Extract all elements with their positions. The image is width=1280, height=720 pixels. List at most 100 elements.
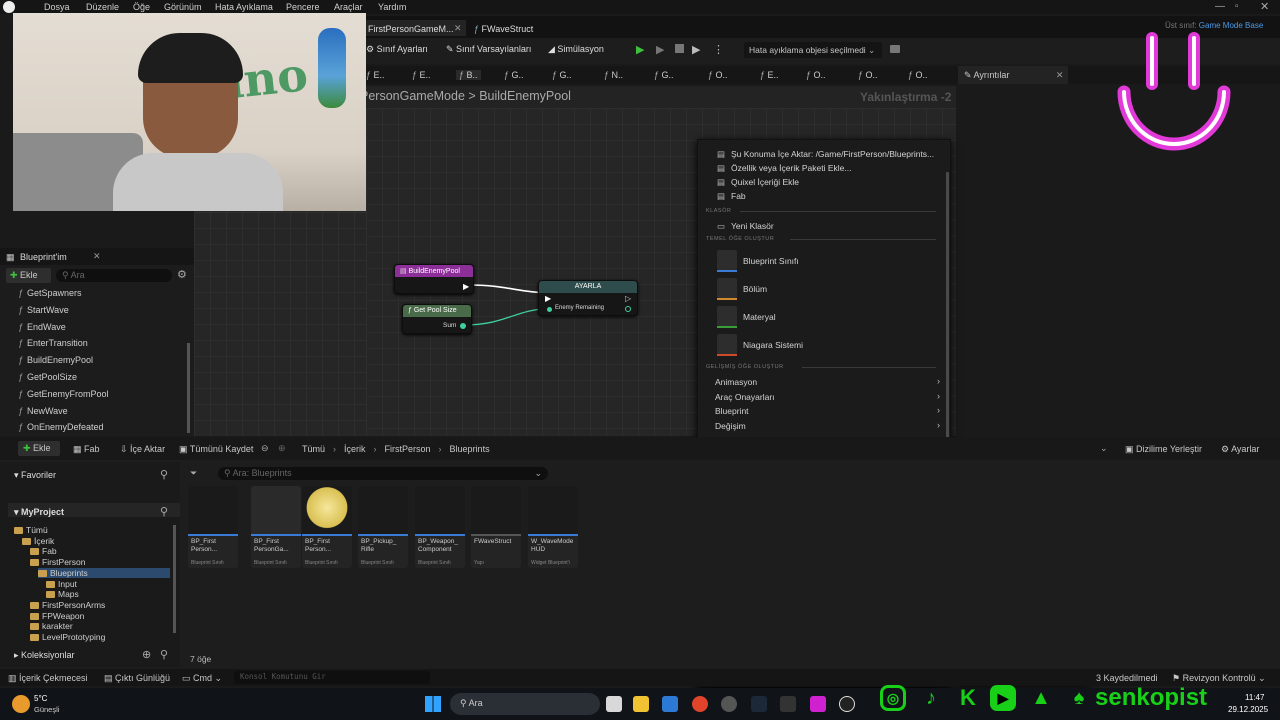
tab-wave-struct[interactable]: ƒ FWaveStruct (472, 20, 562, 36)
cb-search-input[interactable]: ⚲ Ara: Blueprints ⌄ (218, 467, 548, 480)
tree-folder[interactable]: Blueprints (38, 567, 170, 578)
tree-folder[interactable]: karakter (30, 621, 73, 631)
data-pin-out[interactable] (460, 323, 466, 329)
clock-time[interactable]: 11:47 (1245, 693, 1264, 702)
tree-folder[interactable]: FirstPersonArms (30, 600, 105, 610)
path-segment[interactable]: Tümü (302, 444, 325, 454)
collections-header[interactable]: ▸ Koleksiyonlar (14, 650, 75, 661)
favorites-header[interactable]: ▾ Favoriler (14, 470, 56, 481)
asset-tile[interactable]: BP_First Person... Blueprint Sınıfı (302, 486, 352, 568)
add-button[interactable]: ✚ Ekle (6, 268, 51, 283)
chrome-icon[interactable] (692, 696, 708, 712)
function-item[interactable]: ƒ EndWave (18, 322, 66, 332)
add-collection-icon[interactable]: ⊕ (142, 648, 151, 661)
stop-icon[interactable] (675, 44, 684, 53)
menu-basic-asset[interactable]: Bölüm (698, 278, 952, 302)
filter-icon[interactable]: ⏷ (190, 468, 197, 479)
exec-pin-out[interactable]: ▶ (463, 282, 469, 291)
function-item[interactable]: ƒ BuildEnemyPool (18, 355, 93, 365)
cb-import-button[interactable]: ⇩ İçe Aktar (120, 444, 165, 455)
search-icon[interactable]: ⚲ (160, 505, 168, 518)
tree-folder[interactable]: İçerik (22, 536, 54, 546)
taskbar-search[interactable]: ⚲ Ara (450, 693, 600, 715)
exec-pin-out[interactable]: ▷ (625, 294, 631, 303)
menu-file[interactable]: Dosya (44, 2, 70, 12)
menu-window[interactable]: Pencere (286, 2, 320, 12)
function-item[interactable]: ƒ NewWave (18, 406, 68, 416)
content-drawer-button[interactable]: ▥ İçerik Çekmecesi (8, 673, 88, 684)
function-item[interactable]: ƒ OnEnemyDefeated (18, 422, 104, 432)
unreal-logo-icon[interactable] (3, 1, 15, 13)
graph-tab[interactable]: ƒ O.. (858, 70, 878, 80)
menu-new-folder[interactable]: ▭ Yeni Klasör (698, 220, 952, 234)
asset-tile[interactable]: W_WaveMode HUD Widget Blueprint'i (528, 486, 578, 568)
tree-folder[interactable]: Tümü (14, 525, 48, 535)
menu-edit[interactable]: Düzenle (86, 2, 119, 12)
close-icon[interactable]: ✕ (93, 251, 101, 262)
data-pin-out[interactable] (625, 306, 631, 312)
menu-basic-asset[interactable]: Niagara Sistemi (698, 334, 952, 358)
cb-save-all-button[interactable]: ▣ Tümünü Kaydet (179, 444, 253, 455)
menu-view[interactable]: Görünüm (164, 2, 202, 12)
graph-tab[interactable]: ƒ E.. (412, 70, 431, 80)
asset-tile[interactable]: BP_Pickup_ Rifle Blueprint Sınıfı (358, 486, 408, 568)
node-set[interactable]: AYARLA ▶ ▷ Enemy Remaining (538, 280, 638, 316)
menu-quixel[interactable]: ▤ Quixel İçeriği Ekle (698, 176, 952, 190)
debug-object-select[interactable]: Hata ayıklama objesi seçilmedi ⌄ (744, 42, 882, 58)
close-icon[interactable]: ✕ (454, 23, 462, 34)
eject-icon[interactable]: ▶ (692, 43, 700, 56)
function-item[interactable]: ƒ EnterTransition (18, 338, 88, 348)
graph-tab[interactable]: ƒ O.. (708, 70, 728, 80)
unreal-engine-icon[interactable] (839, 696, 855, 712)
graph-tab[interactable]: ƒ E.. (366, 70, 385, 80)
chevron-down-icon[interactable]: ⌄ (1100, 443, 1108, 454)
my-blueprint-search[interactable]: ⚲ Ara (56, 269, 172, 282)
step-icon[interactable]: ▶ (656, 43, 664, 56)
store-icon[interactable] (662, 696, 678, 712)
menu-basic-asset[interactable]: Materyal (698, 306, 952, 330)
output-log-button[interactable]: ▤ Çıktı Günlüğü (104, 673, 170, 684)
file-explorer-icon[interactable] (633, 696, 649, 712)
breadcrumb-graph[interactable]: BuildEnemyPool (479, 89, 571, 103)
menu-fab[interactable]: ▤ Fab (698, 190, 952, 204)
function-item[interactable]: ƒ GetEnemyFromPool (18, 389, 109, 399)
class-defaults-button[interactable]: ✎ Sınıf Varsayılanları (446, 44, 531, 55)
graph-tab[interactable]: ƒ G.. (504, 70, 524, 80)
scrollbar[interactable] (187, 343, 190, 433)
cb-fab-button[interactable]: ▦ Fab (73, 444, 100, 455)
menu-category[interactable]: Araç Onayarları › (698, 390, 952, 404)
exec-pin-in[interactable]: ▶ (545, 294, 551, 303)
function-item[interactable]: ƒ StartWave (18, 305, 69, 315)
tree-folder[interactable]: Input (46, 579, 77, 589)
menu-category[interactable]: Değişim › (698, 419, 952, 433)
windows-start-icon[interactable] (425, 696, 441, 712)
path-segment[interactable]: İçerik (344, 444, 366, 454)
tree-folder[interactable]: Fab (30, 546, 57, 556)
menu-asset[interactable]: Öğe (133, 2, 150, 12)
tab-game-mode[interactable]: FirstPersonGameM... ✕ (366, 20, 466, 36)
graph-tab[interactable]: ƒ E.. (760, 70, 779, 80)
window-minimize-button[interactable]: — (1215, 1, 1225, 12)
epic-games-icon[interactable] (780, 696, 796, 712)
search-icon[interactable]: ⚲ (160, 468, 168, 481)
cb-add-button[interactable]: ✚ Ekle (18, 441, 60, 456)
window-close-button[interactable]: ✕ (1260, 0, 1269, 13)
menu-category[interactable]: Animasyon › (698, 375, 952, 389)
task-view-icon[interactable] (606, 696, 622, 712)
back-icon[interactable]: ⊖ (261, 443, 269, 454)
graph-tab[interactable]: ƒ G.. (654, 70, 674, 80)
graph-tab[interactable]: ƒ G.. (552, 70, 572, 80)
asset-tile[interactable]: BP_First PersonGa... Blueprint Sınıfı (251, 486, 301, 568)
project-header[interactable]: ▾ MyProject (14, 507, 64, 518)
tree-folder[interactable]: FPWeapon (30, 611, 84, 621)
revision-control-button[interactable]: ⚑ Revizyon Kontrolü ⌄ (1172, 673, 1266, 684)
graph-tab[interactable]: ƒ B.. (456, 70, 481, 80)
play-icon[interactable]: ▶ (636, 43, 644, 56)
details-tab[interactable]: ✎ Ayrıntılar ✕ (958, 66, 1068, 84)
unsaved-count[interactable]: 3 Kaydedilmedi (1096, 673, 1158, 683)
app-icon[interactable] (810, 696, 826, 712)
console-input[interactable]: Konsol Komutunu Gir (234, 671, 430, 684)
menu-import[interactable]: ▤ Şu Konuma İçe Aktar: /Game/FirstPerson/… (698, 148, 952, 162)
data-pin-in[interactable] (547, 307, 552, 312)
menu-help[interactable]: Yardım (378, 2, 406, 12)
